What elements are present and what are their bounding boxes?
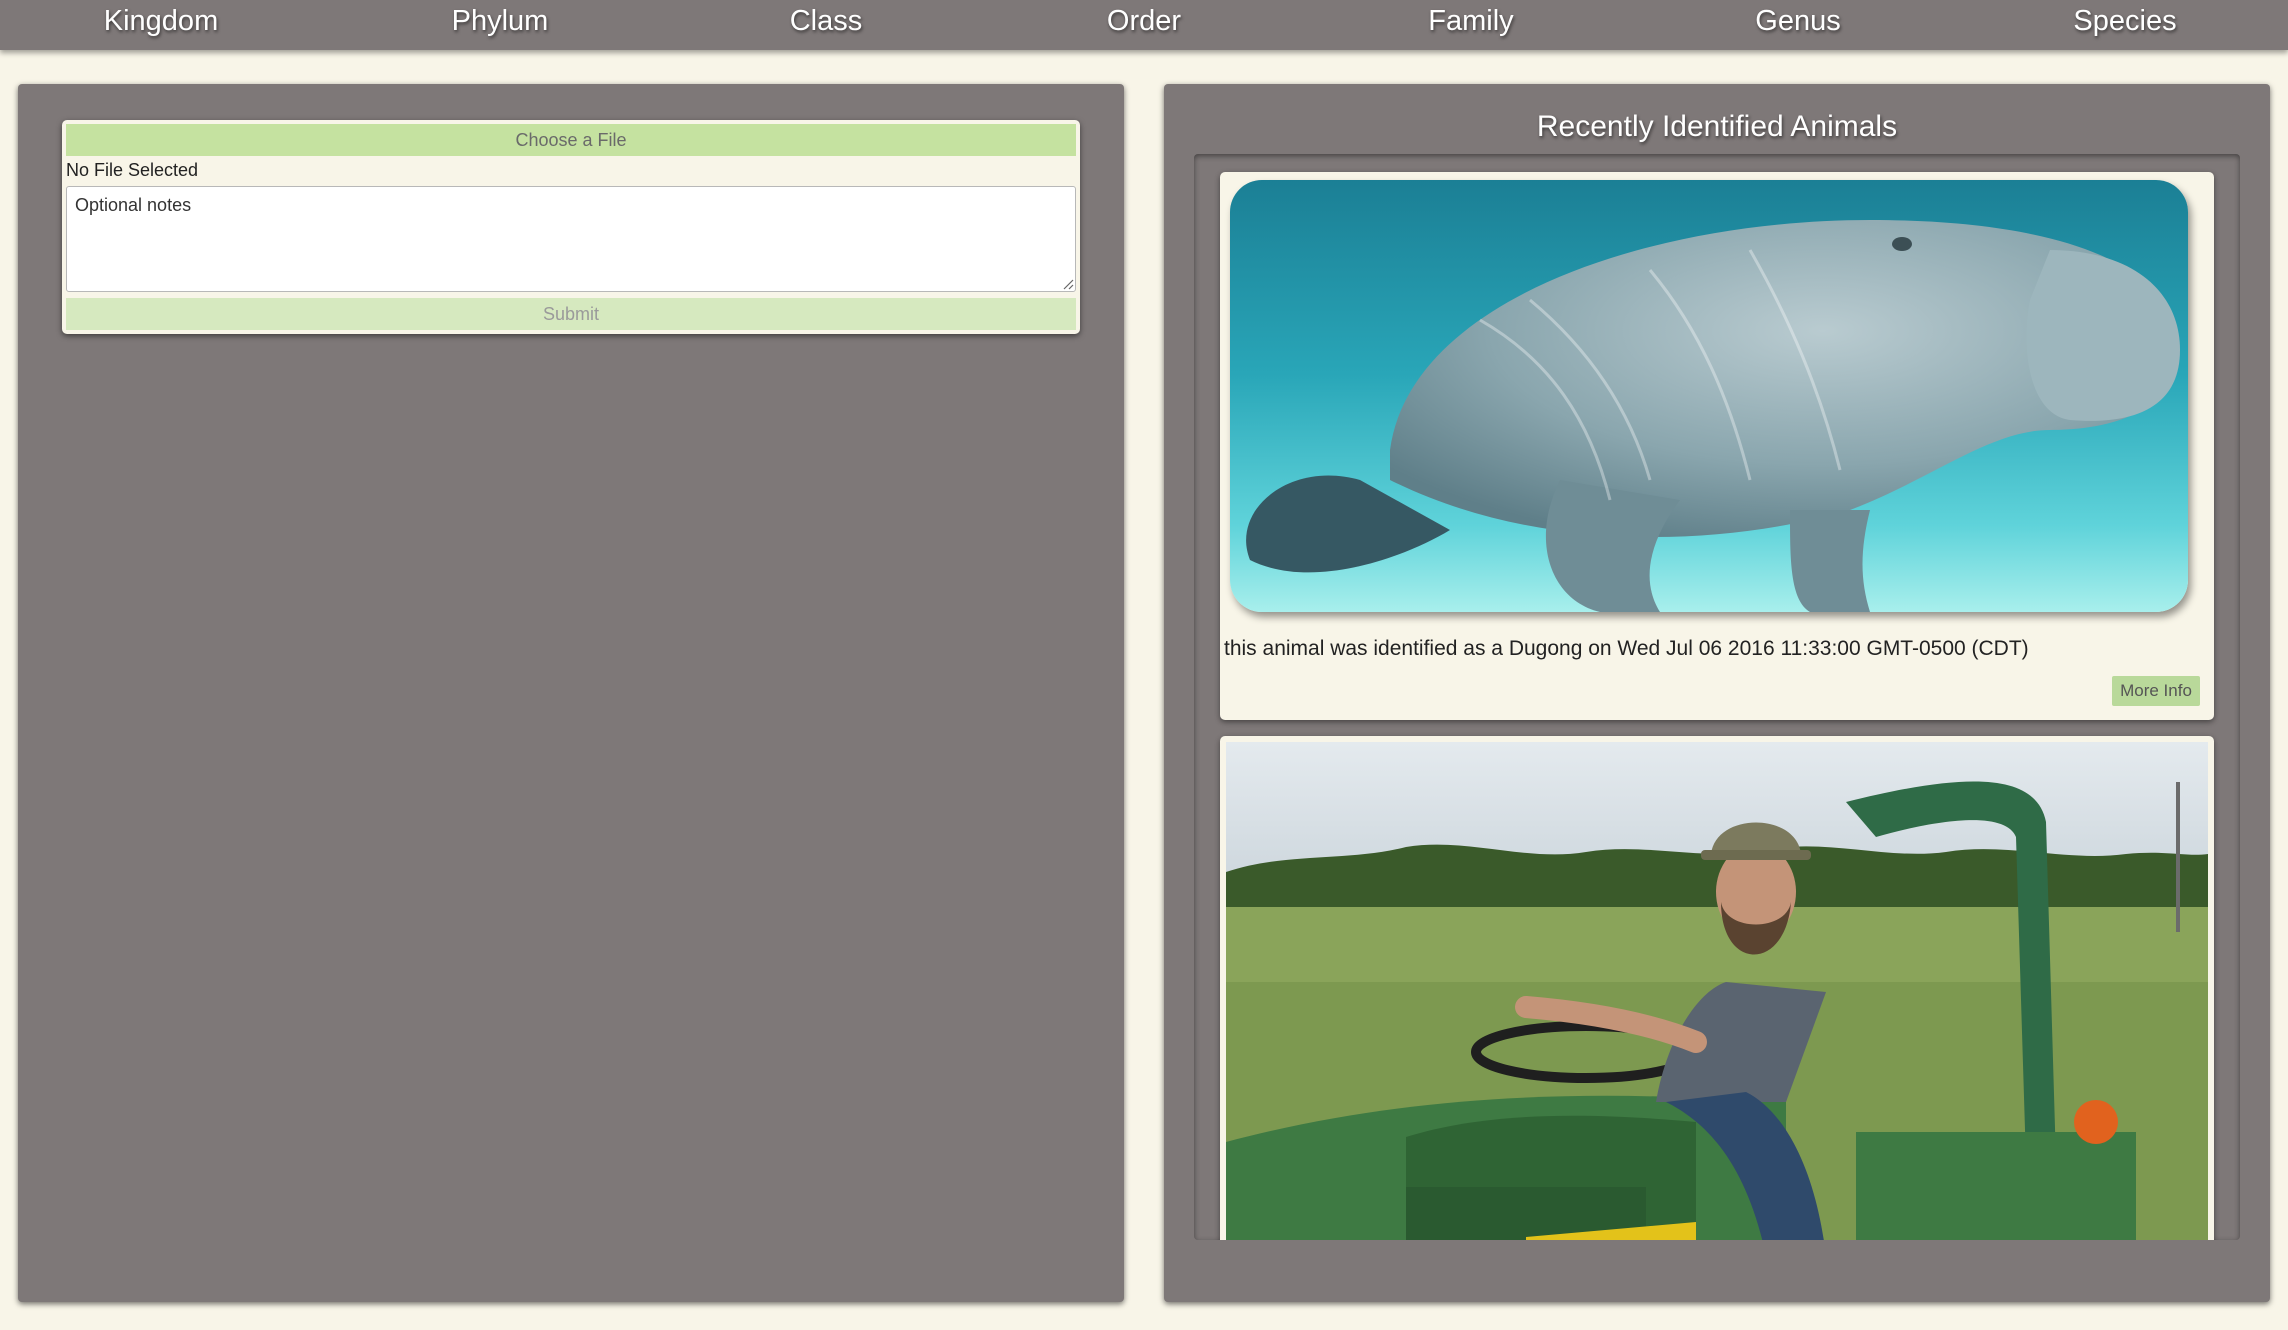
- nav-item-order[interactable]: Order: [1014, 0, 1274, 42]
- upload-form: Choose a File No File Selected Submit: [62, 120, 1080, 334]
- submit-button[interactable]: Submit: [66, 298, 1076, 330]
- recent-feed[interactable]: this animal was identified as a Dugong o…: [1194, 154, 2240, 1240]
- card-caption: this animal was identified as a Dugong o…: [1224, 637, 2029, 660]
- recent-title: Recently Identified Animals: [1536, 110, 1898, 143]
- nav-item-class[interactable]: Class: [696, 0, 956, 42]
- dugong-photo: [1230, 180, 2188, 612]
- choose-file-button[interactable]: Choose a File: [66, 124, 1076, 156]
- notes-textarea[interactable]: [66, 186, 1076, 292]
- more-info-button[interactable]: More Info: [2112, 676, 2200, 706]
- nav-item-phylum[interactable]: Phylum: [370, 0, 630, 42]
- animal-card-dugong: this animal was identified as a Dugong o…: [1220, 172, 2214, 720]
- nav-item-genus[interactable]: Genus: [1668, 0, 1928, 42]
- top-navigation: Kingdom Phylum Class Order Family Genus …: [0, 0, 2288, 50]
- nav-item-species[interactable]: Species: [1995, 0, 2255, 42]
- nav-item-family[interactable]: Family: [1341, 0, 1601, 42]
- resize-grip-icon[interactable]: [1062, 278, 1074, 290]
- file-status-label: No File Selected: [66, 160, 199, 180]
- nav-item-kingdom[interactable]: Kingdom: [31, 0, 291, 42]
- animal-card-human: [1220, 736, 2214, 1240]
- farmer-photo: [1226, 742, 2208, 1240]
